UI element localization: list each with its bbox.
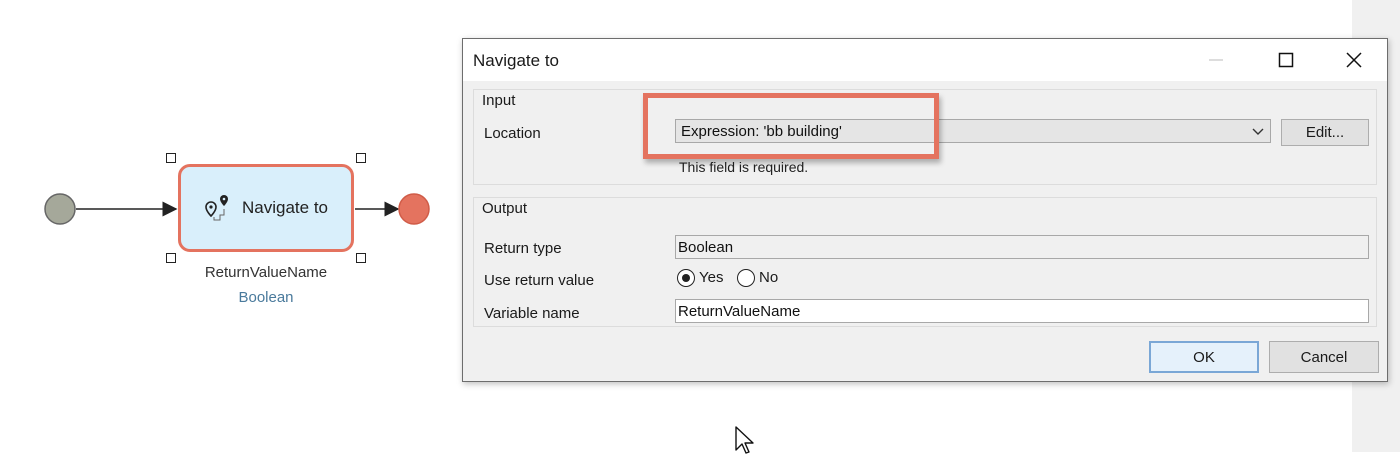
resize-handle-top-left[interactable] [166, 153, 176, 163]
no-radio-label[interactable]: No [759, 269, 778, 286]
navigate-to-dialog: Navigate to Input Location Expression: '… [462, 38, 1388, 382]
navigate-to-activity[interactable]: Navigate to [178, 164, 354, 252]
yes-radio-label[interactable]: Yes [699, 269, 723, 286]
chevron-down-icon [1252, 128, 1264, 135]
dialog-title: Navigate to [473, 51, 559, 70]
minimize-button[interactable] [1193, 39, 1239, 81]
close-icon [1346, 52, 1362, 68]
cancel-button[interactable]: Cancel [1269, 341, 1379, 373]
map-pins-icon [205, 195, 228, 221]
edit-button[interactable]: Edit... [1281, 119, 1369, 146]
resize-handle-bottom-right[interactable] [356, 253, 366, 263]
resize-handle-bottom-left[interactable] [166, 253, 176, 263]
end-event[interactable] [398, 193, 430, 225]
start-event[interactable] [44, 193, 76, 225]
ok-button[interactable]: OK [1149, 341, 1259, 373]
no-radio[interactable] [737, 269, 755, 287]
dialog-titlebar[interactable]: Navigate to [463, 39, 1387, 81]
validation-message: This field is required. [679, 159, 809, 175]
close-button[interactable] [1331, 39, 1377, 81]
minimize-icon [1209, 59, 1223, 61]
mouse-cursor-icon [735, 426, 754, 454]
resize-handle-top-right[interactable] [356, 153, 366, 163]
yes-radio[interactable] [677, 269, 695, 287]
maximize-icon [1278, 52, 1294, 68]
location-label: Location [484, 125, 541, 142]
output-group-title: Output [482, 200, 528, 217]
activity-label: Navigate to [242, 198, 328, 217]
variable-name-input[interactable]: ReturnValueName [675, 299, 1369, 323]
use-return-value-label: Use return value [484, 272, 595, 289]
return-type-field: Boolean [675, 235, 1369, 259]
activity-return-type: Boolean [238, 289, 294, 306]
return-type-label: Return type [484, 240, 562, 257]
variable-name-label: Variable name [484, 305, 580, 322]
maximize-button[interactable] [1263, 39, 1309, 81]
activity-return-variable: ReturnValueName [204, 264, 328, 281]
highlight-annotation [643, 93, 939, 159]
input-group-title: Input [482, 92, 516, 109]
